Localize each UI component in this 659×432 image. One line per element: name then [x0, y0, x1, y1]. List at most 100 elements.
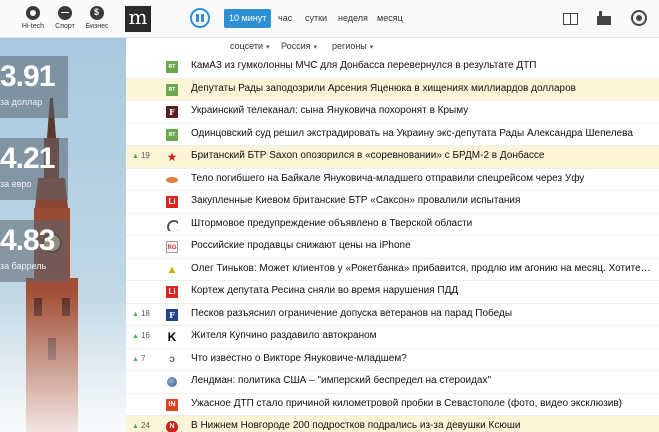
globe-icon[interactable]	[631, 10, 647, 26]
news-row[interactable]: Штормовое предупреждение объявлено в Тве…	[126, 214, 659, 236]
red-star-icon[interactable]: ★	[166, 151, 178, 163]
rate-value: 3.91	[0, 60, 55, 93]
li-logo-icon[interactable]: Li	[166, 196, 178, 208]
basketball-icon	[58, 6, 72, 20]
news-row[interactable]: ▲ 24 N В Нижнем Новгороде 200 подростков …	[126, 416, 659, 432]
period-10min[interactable]: 10 минут	[224, 9, 272, 28]
vote-count	[132, 399, 134, 408]
news-row[interactable]: ▲ 7 ↄ Что известно о Викторе Януковиче-мл…	[126, 349, 659, 371]
rate-label: за доллар	[0, 97, 43, 107]
filter-regions[interactable]: регионы	[332, 41, 373, 51]
news-title[interactable]: Штормовое предупреждение объявлено в Тве…	[191, 218, 651, 229]
category-label: Бизнес	[85, 23, 109, 30]
triangle-logo-icon[interactable]: ▲	[166, 264, 178, 276]
news-title[interactable]: Закупленные Киевом британские БТР «Саксо…	[191, 195, 651, 206]
vote-count: ▲ 16	[132, 331, 150, 340]
category-business[interactable]: Бизнес	[84, 6, 110, 30]
fontanka-logo-icon[interactable]: F	[166, 308, 178, 321]
in-logo-icon[interactable]: IN	[166, 398, 178, 411]
rate-oil: 4.83 за баррель	[0, 220, 68, 282]
circle-logo-icon[interactable]: N	[166, 421, 178, 432]
chrome-icon	[26, 6, 40, 20]
news-row[interactable]: Li Закупленные Киевом британские БТР «Са…	[126, 191, 659, 214]
news-row[interactable]: ▲ 16 K Жителя Купчино раздавило автокрано…	[126, 326, 659, 349]
news-title[interactable]: Жителя Купчино раздавило автокраном	[191, 330, 651, 341]
rt-icon[interactable]: RT	[166, 128, 178, 141]
news-title[interactable]: Украинский телеканал: сына Януковича пох…	[191, 105, 651, 116]
k-logo-icon[interactable]: K	[166, 331, 178, 343]
vote-count	[132, 84, 134, 93]
category-sport[interactable]: Спорт	[52, 6, 78, 30]
vote-count	[132, 241, 134, 250]
arrow-up-icon: ▲	[132, 310, 139, 318]
vote-count	[132, 106, 134, 115]
news-row[interactable]: RG Российские продавцы снижают цены на i…	[126, 236, 659, 259]
rate-eur: 4.21 за евро	[0, 138, 68, 200]
news-title[interactable]: В Нижнем Новгороде 200 подростков подрал…	[191, 420, 651, 431]
news-title[interactable]: Кортеж депутата Ресина сняли во время на…	[191, 285, 651, 296]
news-row[interactable]: IN Ужасное ДТП стало причиной километров…	[126, 394, 659, 416]
wing-logo-icon[interactable]: ↄ	[166, 354, 178, 366]
news-title[interactable]: Ужасное ДТП стало причиной километровой …	[191, 398, 651, 409]
filter-russia[interactable]: Россия	[281, 41, 317, 51]
swirl-logo-icon[interactable]	[166, 219, 178, 231]
news-title[interactable]: Британский БТР Saxon опозорился в «сорев…	[191, 150, 651, 161]
news-row[interactable]: Li Кортеж депутата Ресина сняли во время…	[126, 281, 659, 304]
arrow-up-icon: ▲	[132, 423, 139, 430]
factory-icon[interactable]	[596, 10, 612, 26]
dollar-icon	[90, 6, 104, 20]
vote-count	[132, 376, 134, 385]
oval-logo-icon[interactable]	[166, 174, 178, 186]
vote-number: 7	[140, 353, 146, 363]
rate-label: за баррель	[0, 261, 47, 271]
news-title[interactable]: КамАЗ из гумколонны МЧС для Донбасса пер…	[191, 60, 651, 71]
vote-count	[132, 61, 134, 70]
vote-number: 16	[140, 331, 150, 340]
rg-logo-icon[interactable]: RG	[166, 241, 178, 253]
period-month[interactable]: месяц	[377, 9, 403, 28]
news-row[interactable]: Лендман: политика США – "имперский беспр…	[126, 371, 659, 394]
vote-number: 24	[140, 421, 150, 430]
vote-count: ▲ 18	[132, 309, 150, 318]
vote-count: ▲ 7	[132, 354, 145, 363]
news-title[interactable]: Тело погибшего на Байкале Януковича-млад…	[191, 173, 651, 184]
news-title[interactable]: Песков разъяснил ограничение допуска вет…	[191, 308, 651, 319]
news-row[interactable]: F Украинский телеканал: сына Януковича п…	[126, 101, 659, 124]
category-hitech[interactable]: Hi-tech	[20, 6, 46, 30]
li-logo-icon[interactable]: Li	[166, 286, 178, 298]
vote-count	[132, 129, 134, 138]
news-title[interactable]: Российские продавцы снижают цены на iPho…	[191, 240, 651, 251]
vote-number: 18	[140, 308, 150, 318]
filter-social[interactable]: соцсети	[230, 41, 270, 51]
news-row[interactable]: ▲ 19 ★ Британский БТР Saxon опозорился в …	[126, 146, 659, 169]
globe-logo-icon[interactable]	[166, 376, 178, 388]
rt-icon[interactable]: RT	[166, 61, 178, 73]
filter-bar: соцсети Россия регионы	[126, 38, 659, 56]
news-row[interactable]: Тело погибшего на Байкале Януковича-млад…	[126, 169, 659, 191]
news-title[interactable]: Лендман: политика США – "имперский беспр…	[191, 375, 651, 386]
period-hour[interactable]: час	[278, 9, 292, 28]
news-feed: RT КамАЗ из гумколонны МЧС для Донбасса …	[126, 56, 659, 432]
news-row[interactable]: RT Одинцовский суд решил экстрадировать …	[126, 124, 659, 146]
category-label: Спорт	[55, 23, 75, 30]
rt-icon[interactable]: RT	[166, 83, 178, 96]
pause-icon[interactable]	[190, 8, 210, 28]
news-row[interactable]: RT Депутаты Рады заподозрили Арсения Яце…	[126, 78, 659, 101]
site-logo[interactable]: m	[125, 6, 151, 32]
news-row[interactable]: RT КамАЗ из гумколонны МЧС для Донбасса …	[126, 56, 659, 79]
rate-usd: 3.91 за доллар	[0, 56, 68, 118]
vote-count	[132, 174, 134, 183]
books-icon[interactable]	[562, 10, 578, 26]
f-logo-icon[interactable]: F	[166, 106, 178, 118]
category-label: Hi-tech	[21, 23, 45, 30]
period-week[interactable]: неделя	[338, 9, 368, 28]
news-title[interactable]: Одинцовский суд решил экстрадировать на …	[191, 128, 651, 139]
news-row[interactable]: ▲ Олег Тиньков: Может клиентов у «Рокетб…	[126, 259, 659, 281]
news-row[interactable]: ▲ 18 F Песков разъяснил ограничение допус…	[126, 304, 659, 326]
rate-value: 4.83	[0, 224, 55, 257]
news-title[interactable]: Что известно о Викторе Януковиче-младшем…	[191, 353, 651, 364]
news-title[interactable]: Депутаты Рады заподозрили Арсения Яценюк…	[191, 83, 651, 94]
news-title[interactable]: Олег Тиньков: Может клиентов у «Рокетбан…	[191, 263, 651, 274]
panel-fade	[0, 292, 126, 432]
period-day[interactable]: сутки	[305, 9, 327, 28]
